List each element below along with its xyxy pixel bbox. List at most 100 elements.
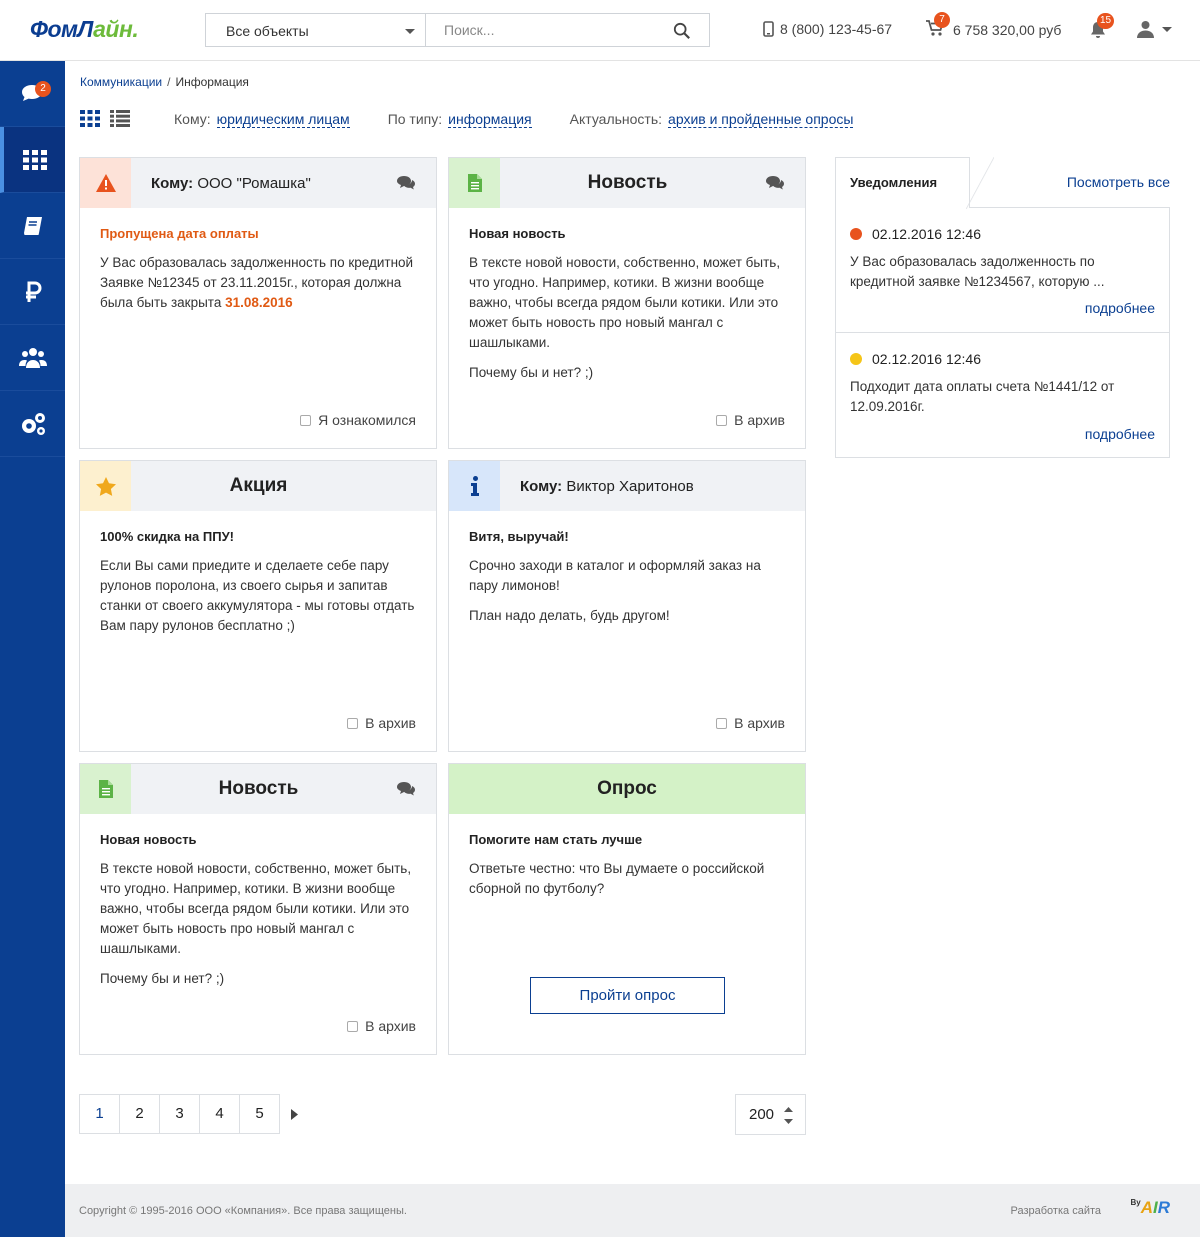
card-recipient-label: Кому: bbox=[151, 174, 194, 192]
view-switch bbox=[80, 110, 130, 127]
page-3[interactable]: 3 bbox=[159, 1094, 200, 1134]
chat-icon[interactable] bbox=[396, 175, 416, 191]
take-poll-button[interactable]: Пройти опрос bbox=[530, 977, 725, 1014]
search-input[interactable] bbox=[426, 14, 656, 46]
logo[interactable]: ФомЛайн. bbox=[30, 16, 139, 43]
notification-date-text: 02.12.2016 12:46 bbox=[872, 226, 981, 242]
chat-icon[interactable] bbox=[765, 175, 785, 191]
page-4[interactable]: 4 bbox=[199, 1094, 240, 1134]
sidebar-item-users[interactable] bbox=[0, 325, 65, 391]
checkbox-box[interactable] bbox=[347, 1020, 359, 1032]
cart[interactable]: 7 6 758 320,00 руб bbox=[925, 12, 1062, 40]
tab-notifications[interactable]: Уведомления bbox=[835, 157, 994, 209]
notifications-panel: Уведомления Посмотреть все 02.12.2016 12… bbox=[835, 157, 1170, 458]
chevron-down-icon bbox=[1162, 26, 1172, 32]
notifications-button[interactable]: 15 bbox=[1088, 13, 1115, 45]
filter-actual: Актуальность: архив и пройденные опросы bbox=[570, 111, 854, 128]
grid-icon bbox=[22, 149, 47, 170]
sidebar-item-finance[interactable] bbox=[0, 259, 65, 325]
card-icon-box bbox=[80, 461, 131, 511]
filters: Кому: юридическим лицам По типу: информаци… bbox=[174, 111, 854, 128]
breadcrumb-communications[interactable]: Коммуникации bbox=[80, 75, 162, 89]
checkbox-box[interactable] bbox=[300, 414, 312, 426]
list-view-icon[interactable] bbox=[110, 110, 130, 127]
archive-checkbox[interactable]: В архив bbox=[347, 715, 416, 731]
card-promo: Акция 100% скидка на ППУ! Если Вы сами п… bbox=[79, 460, 437, 752]
archive-checkbox[interactable]: В архив bbox=[716, 412, 785, 428]
card-icon-box bbox=[449, 158, 500, 208]
checkbox-box[interactable] bbox=[347, 717, 359, 729]
checkbox-box[interactable] bbox=[716, 717, 728, 729]
filter-to: Кому: юридическим лицам bbox=[174, 111, 350, 128]
next-page-button[interactable] bbox=[279, 1094, 309, 1134]
users-icon bbox=[18, 347, 47, 368]
card-text: В тексте новой новости, собственно, може… bbox=[469, 255, 781, 350]
filter-type: По типу: информация bbox=[388, 111, 532, 128]
phone[interactable]: 8 (800) 123-45-67 bbox=[763, 21, 892, 37]
card-header: Кому: Виктор Харитонов bbox=[449, 461, 805, 511]
sidebar-item-dashboard[interactable] bbox=[0, 127, 65, 193]
settings-icon bbox=[21, 412, 45, 435]
card-header: Кому: ООО "Ромашка" bbox=[80, 158, 436, 208]
objects-select[interactable]: Все объекты bbox=[205, 13, 425, 47]
archive-checkbox[interactable]: В архив bbox=[347, 1018, 416, 1034]
card-poll: Опрос Помогите нам стать лучше Ответьте … bbox=[448, 763, 806, 1055]
page-5[interactable]: 5 bbox=[239, 1094, 280, 1134]
chat-icon[interactable] bbox=[396, 781, 416, 797]
grid-view-icon[interactable] bbox=[80, 110, 100, 127]
objects-select-value: Все объекты bbox=[226, 23, 309, 39]
header: ФомЛайн. Все объекты 8 (800) 123-45-67 7… bbox=[0, 0, 1200, 61]
card-recipient-name: Виктор Харитонов bbox=[566, 477, 694, 495]
spinner-arrows-icon[interactable] bbox=[784, 1107, 793, 1124]
cart-icon-wrap: 7 bbox=[925, 12, 950, 40]
checkbox-label: В архив bbox=[365, 715, 416, 731]
search-icon[interactable] bbox=[673, 22, 691, 40]
notification-item: 02.12.2016 12:46 Подходит дата оплаты сч… bbox=[836, 333, 1169, 458]
filter-actual-value[interactable]: архив и пройденные опросы bbox=[668, 111, 854, 128]
notification-more-link[interactable]: подробнее bbox=[1085, 426, 1155, 442]
breadcrumb: Коммуникации / Информация bbox=[80, 75, 249, 89]
page-2[interactable]: 2 bbox=[119, 1094, 160, 1134]
card-header: Новость bbox=[80, 764, 436, 814]
developer-label: Разработка сайта bbox=[1010, 1205, 1101, 1217]
copyright: Copyright © 1995-2016 ООО «Компания». Вс… bbox=[79, 1205, 407, 1217]
filter-type-value[interactable]: информация bbox=[448, 111, 532, 128]
checkbox-label: В архив bbox=[734, 412, 785, 428]
card-title: Новость bbox=[587, 172, 668, 193]
card-recipient-label: Кому: bbox=[520, 477, 563, 495]
card-subtitle: Новая новость bbox=[100, 832, 197, 847]
sidebar-item-communications[interactable]: 2 bbox=[0, 61, 65, 127]
user-icon bbox=[1137, 21, 1154, 38]
checkbox-box[interactable] bbox=[716, 414, 728, 426]
card-text: План надо делать, будь другом! bbox=[469, 608, 670, 623]
sidebar-item-catalog[interactable] bbox=[0, 193, 65, 259]
card-due-date: 31.08.2016 bbox=[225, 295, 293, 310]
status-dot-icon bbox=[850, 228, 862, 240]
info-icon bbox=[470, 476, 479, 496]
card-text: Срочно заходи в каталог и оформляй заказ… bbox=[469, 558, 761, 593]
checkbox-label: Я ознакомился bbox=[318, 412, 416, 428]
card-title: Опрос bbox=[597, 778, 657, 799]
view-all-link[interactable]: Посмотреть все bbox=[1067, 174, 1170, 190]
per-page-value: 200 bbox=[749, 1106, 775, 1123]
notification-text: У Вас образовалась задолженность по кред… bbox=[850, 254, 1105, 289]
archive-checkbox[interactable]: В архив bbox=[716, 715, 785, 731]
cart-total: 6 758 320,00 руб bbox=[953, 21, 1062, 38]
card-subtitle: Помогите нам стать лучше bbox=[469, 832, 643, 847]
notification-date: 02.12.2016 12:46 bbox=[850, 226, 1155, 242]
notification-item: 02.12.2016 12:46 У Вас образовалась задо… bbox=[836, 208, 1169, 333]
user-menu[interactable] bbox=[1137, 20, 1172, 38]
per-page-stepper[interactable]: 200 bbox=[735, 1094, 806, 1135]
card-title: Акция bbox=[229, 475, 288, 496]
card-icon-box bbox=[449, 461, 500, 511]
filter-to-value[interactable]: юридическим лицам bbox=[216, 111, 350, 128]
page-1[interactable]: 1 bbox=[79, 1094, 120, 1134]
developer-logo[interactable]: ByAIR bbox=[1130, 1198, 1170, 1218]
card-recipient: Кому: Виктор Харитонов bbox=[500, 478, 694, 495]
notification-more-link[interactable]: подробнее bbox=[1085, 300, 1155, 316]
acknowledge-checkbox[interactable]: Я ознакомился bbox=[300, 412, 416, 428]
sidebar-item-settings[interactable] bbox=[0, 391, 65, 457]
card-text: Почему бы и нет? ;) bbox=[100, 971, 225, 986]
card-icon-box bbox=[80, 158, 131, 208]
document-icon bbox=[467, 174, 482, 192]
